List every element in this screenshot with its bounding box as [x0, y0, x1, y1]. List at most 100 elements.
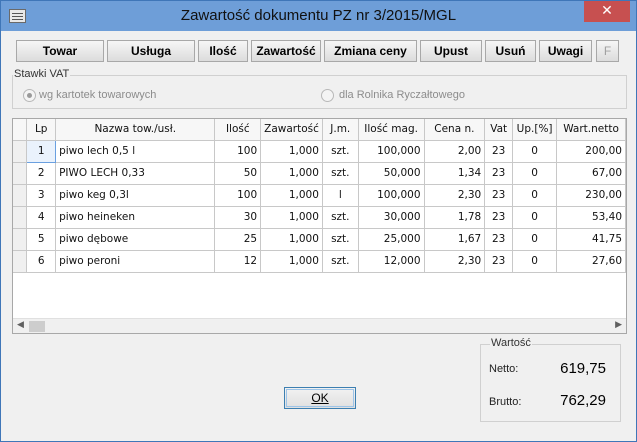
cell-vat[interactable]: 23: [484, 206, 514, 229]
row-indicator[interactable]: [13, 206, 28, 229]
column-header-nazwa[interactable]: Nazwa tow./usł.: [55, 119, 216, 141]
uwagi-button[interactable]: Uwagi: [539, 40, 592, 62]
cell-vat[interactable]: 23: [484, 140, 514, 163]
cell-lp[interactable]: 1: [26, 139, 57, 163]
cell-cena[interactable]: 2,00: [424, 140, 486, 163]
cell-vat[interactable]: 23: [484, 228, 514, 251]
cell-nazwa[interactable]: piwo keg 0,3l: [55, 184, 216, 207]
cell-wart-netto[interactable]: 41,75: [556, 228, 626, 251]
column-header-vat[interactable]: Vat: [484, 119, 514, 141]
cell-ilosc-mag[interactable]: 50,000: [358, 162, 425, 185]
scroll-left-arrow-icon[interactable]: ◀: [17, 320, 24, 330]
table-row[interactable]: 6 piwo peroni 12 1,000 szt. 12,000 2,30 …: [13, 250, 626, 273]
table-row[interactable]: 1 piwo lech 0,5 l 100 1,000 szt. 100,000…: [13, 139, 626, 163]
cell-wart-netto[interactable]: 230,00: [556, 184, 626, 207]
cell-wart-netto[interactable]: 27,60: [556, 250, 626, 273]
column-header-ilosc[interactable]: Ilość: [214, 119, 262, 141]
upust-button[interactable]: Upust: [420, 40, 482, 62]
ok-button[interactable]: OK: [284, 387, 356, 409]
cell-cena[interactable]: 2,30: [424, 250, 486, 273]
cell-vat[interactable]: 23: [484, 162, 514, 185]
cell-upust[interactable]: 0: [512, 162, 558, 185]
row-indicator[interactable]: [13, 140, 28, 163]
table-row[interactable]: 5 piwo dębowe 25 1,000 szt. 25,000 1,67 …: [13, 228, 626, 251]
cell-zawartosc[interactable]: 1,000: [260, 228, 323, 251]
zmiana-ceny-button[interactable]: Zmiana ceny: [324, 40, 417, 62]
cell-cena[interactable]: 1,78: [424, 206, 486, 229]
cell-zawartosc[interactable]: 1,000: [260, 250, 323, 273]
cell-jm[interactable]: szt.: [322, 206, 359, 229]
column-header-zawartosc[interactable]: Zawartość: [260, 119, 323, 141]
cell-wart-netto[interactable]: 53,40: [556, 206, 626, 229]
cell-nazwa[interactable]: piwo peroni: [55, 250, 216, 273]
towar-button[interactable]: Towar: [16, 40, 104, 62]
column-header-cena[interactable]: Cena n.: [424, 119, 486, 141]
cell-lp[interactable]: 4: [26, 206, 57, 229]
column-header-upust[interactable]: Up.[%]: [512, 119, 558, 141]
cell-jm[interactable]: szt.: [322, 162, 359, 185]
cell-cena[interactable]: 1,67: [424, 228, 486, 251]
table-row[interactable]: 2 PIWO LECH 0,33 50 1,000 szt. 50,000 1,…: [13, 162, 626, 185]
cell-lp[interactable]: 5: [26, 228, 57, 251]
cell-zawartosc[interactable]: 1,000: [260, 140, 323, 163]
cell-lp[interactable]: 6: [26, 250, 57, 273]
cell-cena[interactable]: 2,30: [424, 184, 486, 207]
cell-ilosc[interactable]: 100: [214, 184, 262, 207]
cell-wart-netto[interactable]: 67,00: [556, 162, 626, 185]
cell-ilosc-mag[interactable]: 25,000: [358, 228, 425, 251]
scrollbar-thumb[interactable]: [29, 321, 45, 332]
table-row[interactable]: 3 piwo keg 0,3l 100 1,000 l 100,000 2,30…: [13, 184, 626, 207]
cell-ilosc-mag[interactable]: 100,000: [358, 140, 425, 163]
cell-ilosc-mag[interactable]: 12,000: [358, 250, 425, 273]
cell-upust[interactable]: 0: [512, 206, 558, 229]
cell-ilosc[interactable]: 12: [214, 250, 262, 273]
cell-vat[interactable]: 23: [484, 250, 514, 273]
cell-ilosc[interactable]: 30: [214, 206, 262, 229]
cell-ilosc-mag[interactable]: 30,000: [358, 206, 425, 229]
cell-jm[interactable]: l: [322, 184, 359, 207]
cell-wart-netto[interactable]: 200,00: [556, 140, 626, 163]
cell-jm[interactable]: szt.: [322, 228, 359, 251]
cell-ilosc[interactable]: 25: [214, 228, 262, 251]
f-button[interactable]: F: [596, 40, 619, 62]
cell-nazwa[interactable]: piwo dębowe: [55, 228, 216, 251]
column-header-ilosc-mag[interactable]: Ilość mag.: [358, 119, 425, 141]
radio-rolnik-ryczaltowy-label[interactable]: dla Rolnika Ryczałtowego: [339, 89, 465, 101]
zawartosc-button[interactable]: Zawartość: [251, 40, 321, 62]
ilosc-button[interactable]: Ilość: [198, 40, 248, 62]
horizontal-scrollbar[interactable]: ◀ ▶: [13, 318, 626, 333]
cell-jm[interactable]: szt.: [322, 250, 359, 273]
row-indicator[interactable]: [13, 228, 28, 251]
cell-zawartosc[interactable]: 1,000: [260, 184, 323, 207]
cell-upust[interactable]: 0: [512, 140, 558, 163]
column-header-wart-netto[interactable]: Wart.netto: [556, 119, 626, 141]
row-indicator[interactable]: [13, 184, 28, 207]
cell-zawartosc[interactable]: 1,000: [260, 206, 323, 229]
cell-lp[interactable]: 2: [26, 162, 57, 185]
cell-nazwa[interactable]: PIWO LECH 0,33: [55, 162, 216, 185]
title-bar[interactable]: Zawartość dokumentu PZ nr 3/2015/MGL ✕: [1, 1, 636, 31]
table-row[interactable]: 4 piwo heineken 30 1,000 szt. 30,000 1,7…: [13, 206, 626, 229]
usun-button[interactable]: Usuń: [485, 40, 536, 62]
items-grid[interactable]: Lp Nazwa tow./usł. Ilość Zawartość J.m. …: [12, 118, 627, 334]
cell-nazwa[interactable]: piwo heineken: [55, 206, 216, 229]
radio-wg-kartotek-label[interactable]: wg kartotek towarowych: [39, 89, 156, 101]
radio-rolnik-ryczaltowy[interactable]: [321, 89, 334, 102]
cell-nazwa[interactable]: piwo lech 0,5 l: [55, 140, 216, 163]
cell-ilosc[interactable]: 100: [214, 140, 262, 163]
cell-vat[interactable]: 23: [484, 184, 514, 207]
close-button[interactable]: ✕: [584, 1, 630, 22]
cell-cena[interactable]: 1,34: [424, 162, 486, 185]
cell-lp[interactable]: 3: [26, 184, 57, 207]
column-header-jm[interactable]: J.m.: [322, 119, 359, 141]
scroll-right-arrow-icon[interactable]: ▶: [615, 320, 622, 330]
cell-ilosc-mag[interactable]: 100,000: [358, 184, 425, 207]
cell-zawartosc[interactable]: 1,000: [260, 162, 323, 185]
row-indicator[interactable]: [13, 162, 28, 185]
cell-ilosc[interactable]: 50: [214, 162, 262, 185]
cell-upust[interactable]: 0: [512, 250, 558, 273]
usluga-button[interactable]: Usługa: [107, 40, 195, 62]
row-indicator[interactable]: [13, 250, 28, 273]
cell-upust[interactable]: 0: [512, 228, 558, 251]
radio-wg-kartotek[interactable]: [23, 89, 36, 102]
